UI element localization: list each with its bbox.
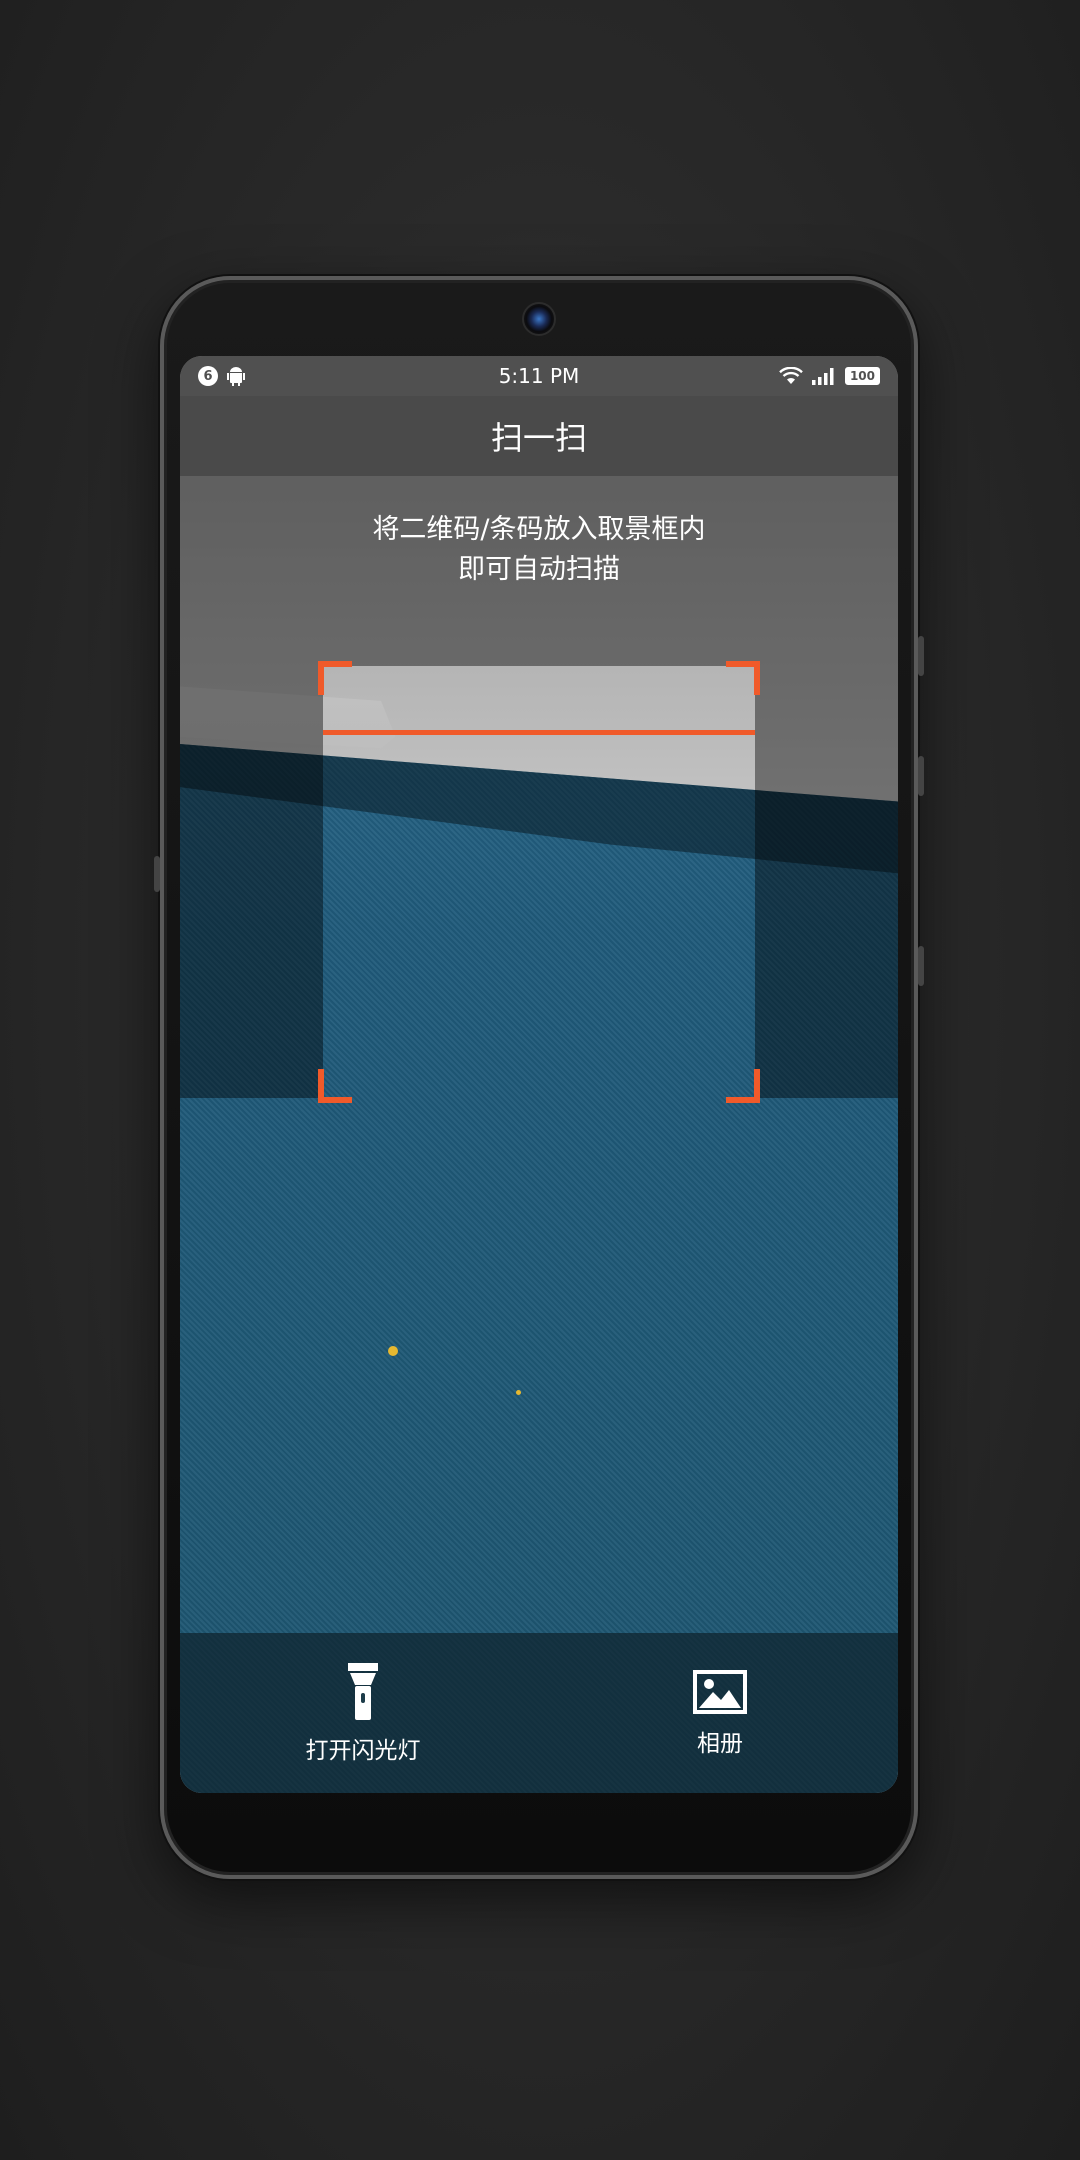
left-button [154, 856, 160, 892]
scan-corner-bottom-right [726, 1069, 760, 1103]
front-camera [522, 302, 556, 336]
screen: 6 5:11 PM 100 扫一扫 将二维码/条码放入取景框内 即可自动扫描 打… [180, 356, 898, 1793]
power-button [918, 756, 924, 796]
scan-line [323, 730, 755, 735]
preview-speck [388, 1346, 398, 1356]
scan-hint-line2: 即可自动扫描 [458, 554, 620, 585]
flashlight-button[interactable]: 打开闪光灯 [263, 1663, 463, 1765]
status-bar: 6 5:11 PM 100 [180, 356, 898, 396]
scan-hint-line1: 将二维码/条码放入取景框内 [372, 514, 706, 545]
title-bar: 扫一扫 [180, 396, 898, 476]
dim-overlay [180, 666, 323, 1098]
dim-overlay [755, 666, 898, 1098]
bottom-action-bar: 打开闪光灯 相册 [180, 1633, 898, 1793]
flashlight-icon [348, 1663, 378, 1720]
page-title: 扫一扫 [490, 419, 587, 457]
flashlight-label: 打开闪光灯 [305, 1738, 421, 1764]
scan-corner-bottom-left [318, 1069, 352, 1103]
clock: 5:11 PM [498, 364, 580, 388]
volume-button [918, 636, 924, 676]
scan-corner-top-left [318, 661, 352, 695]
scan-frame [318, 661, 760, 1103]
preview-speck [516, 1390, 521, 1395]
side-button [918, 946, 924, 986]
scan-corner-top-right [726, 661, 760, 695]
scan-hint: 将二维码/条码放入取景框内 即可自动扫描 [180, 510, 898, 590]
image-icon [693, 1670, 747, 1714]
album-label: 相册 [697, 1731, 743, 1757]
album-button[interactable]: 相册 [620, 1663, 820, 1758]
